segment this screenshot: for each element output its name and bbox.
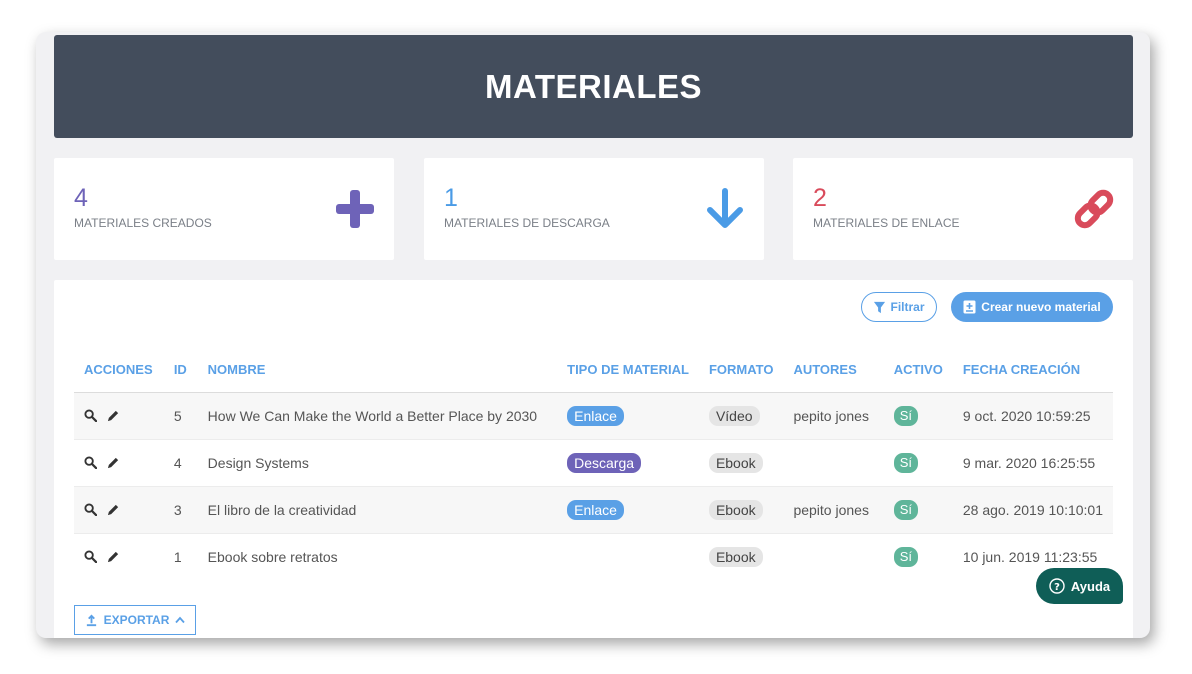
export-label: EXPORTAR	[103, 613, 170, 627]
type-badge: Descarga	[567, 452, 642, 473]
stat-value: 2	[813, 184, 827, 212]
column-header-activo[interactable]: ACTIVO	[883, 348, 953, 393]
format-badge: Vídeo	[708, 405, 760, 426]
row-actions	[74, 392, 164, 440]
active-badge: Sí	[893, 499, 919, 520]
filter-button-label: Filtrar	[890, 300, 925, 314]
row-type: Descarga	[557, 439, 699, 487]
row-id: 5	[163, 392, 198, 440]
page-title: MATERIALES	[484, 67, 703, 105]
row-active: Sí	[883, 439, 953, 487]
row-actions	[74, 439, 164, 487]
table-row: 1 Ebook sobre retratos Ebook Sí 10 jun. 2019…	[74, 533, 1113, 580]
export-button[interactable]: EXPORTAR	[74, 605, 196, 635]
table-row: 4 Design Systems Descarga Ebook Sí 9 mar. 202…	[74, 439, 1113, 487]
create-material-label: Crear nuevo material	[981, 300, 1101, 314]
stat-label: MATERIALES DE ENLACE	[813, 216, 960, 230]
app-window: MATERIALES 4 MATERIALES CREADOS 1 MATERI…	[36, 32, 1150, 638]
column-header-formato[interactable]: FORMATO	[698, 348, 784, 393]
type-badge: Enlace	[567, 499, 624, 520]
stat-value: 4	[74, 184, 88, 212]
stat-label: MATERIALES DE DESCARGA	[444, 216, 610, 230]
materials-table: ACCIONES ID NOMBRE TIPO DE MATERIAL FORM…	[74, 348, 1113, 580]
svg-text:?: ?	[1054, 582, 1060, 593]
stat-card-created: 4 MATERIALES CREADOS	[54, 158, 394, 260]
stat-label: MATERIALES CREADOS	[74, 216, 212, 230]
format-badge: Ebook	[708, 452, 763, 473]
pencil-icon[interactable]	[107, 550, 120, 563]
row-id: 3	[163, 486, 198, 534]
create-material-button[interactable]: Crear nuevo material	[951, 292, 1113, 322]
row-date: 9 mar. 2020 16:25:55	[952, 439, 1113, 487]
row-date: 28 ago. 2019 10:10:01	[952, 486, 1113, 534]
row-authors	[783, 533, 883, 580]
chevron-up-icon	[175, 616, 186, 624]
row-authors: pepito jones	[783, 392, 884, 440]
table-row: 5 How We Can Make the World a Better Plac…	[74, 392, 1113, 440]
search-icon[interactable]	[84, 456, 97, 469]
stat-card-download: 1 MATERIALES DE DESCARGA	[424, 158, 764, 260]
table-header-row: ACCIONES ID NOMBRE TIPO DE MATERIAL FORM…	[74, 348, 1113, 393]
column-header-autores[interactable]: AUTORES	[783, 348, 884, 393]
row-name: How We Can Make the World a Better Place…	[197, 392, 558, 440]
pencil-icon[interactable]	[107, 503, 120, 516]
row-name: Ebook sobre retratos	[207, 548, 338, 565]
active-badge: Sí	[893, 405, 919, 426]
format-badge: Ebook	[708, 499, 763, 520]
filter-icon	[874, 301, 886, 313]
row-format: Ebook	[699, 533, 784, 580]
table-row: 3 El libro de la creatividad Enlace Ebook pe…	[74, 486, 1113, 534]
link-icon	[1074, 189, 1114, 229]
row-id: 4	[163, 439, 198, 487]
row-actions	[74, 486, 164, 534]
row-name: Design Systems	[197, 439, 558, 487]
row-authors	[783, 439, 884, 487]
row-format: Ebook	[698, 439, 784, 487]
row-active: Sí	[883, 392, 953, 440]
row-format: Ebook	[698, 486, 784, 534]
plus-icon	[336, 190, 374, 228]
pencil-icon[interactable]	[107, 409, 120, 422]
row-active: Sí	[883, 486, 953, 534]
help-button[interactable]: ? Ayuda	[1036, 568, 1123, 604]
column-header-id[interactable]: ID	[163, 348, 198, 393]
filter-button[interactable]: Filtrar	[861, 292, 937, 322]
new-document-icon	[963, 300, 976, 314]
row-type: Enlace	[557, 392, 699, 440]
help-label: Ayuda	[1070, 578, 1111, 594]
row-type: Enlace	[557, 486, 699, 534]
arrow-down-icon	[707, 188, 743, 228]
search-icon[interactable]	[84, 550, 97, 564]
export-icon	[86, 614, 96, 626]
row-id: 1	[173, 548, 182, 565]
search-icon[interactable]	[84, 503, 97, 516]
column-header-tipo[interactable]: TIPO DE MATERIAL	[557, 348, 699, 393]
materials-panel: Filtrar Crear nuevo material ACCIONES ID…	[54, 280, 1133, 638]
page-header: MATERIALES	[54, 35, 1133, 138]
stat-value: 1	[444, 184, 458, 212]
row-actions	[74, 533, 164, 580]
row-date: 9 oct. 2020 10:59:25	[952, 392, 1113, 440]
column-header-nombre[interactable]: NOMBRE	[197, 348, 558, 393]
active-badge: Sí	[893, 546, 919, 567]
type-badge: Enlace	[567, 405, 624, 426]
question-circle-icon: ?	[1049, 578, 1065, 594]
row-active: Sí	[884, 533, 953, 580]
format-badge: Ebook	[708, 546, 763, 567]
row-format: Vídeo	[698, 392, 784, 440]
pencil-icon[interactable]	[107, 456, 120, 469]
column-header-acciones[interactable]: ACCIONES	[74, 348, 164, 393]
search-icon[interactable]	[84, 409, 97, 422]
stat-card-link: 2 MATERIALES DE ENLACE	[793, 158, 1133, 260]
column-header-fecha[interactable]: FECHA CREACIÓN	[952, 348, 1113, 393]
active-badge: Sí	[893, 452, 919, 473]
row-name: El libro de la creatividad	[197, 486, 558, 534]
row-type	[557, 533, 699, 580]
row-authors: pepito jones	[783, 486, 884, 534]
